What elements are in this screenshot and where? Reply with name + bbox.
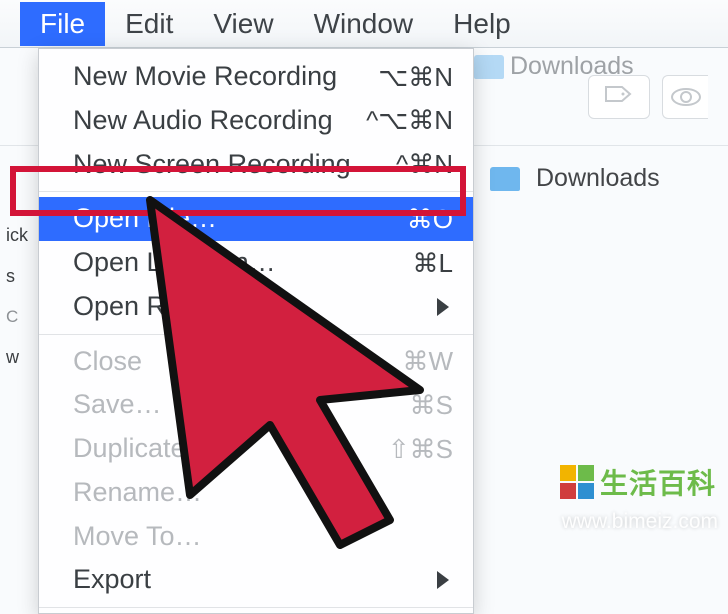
- menu-item-shortcut: ^⌥⌘N: [366, 104, 453, 137]
- menu-item-open-recent[interactable]: Open Recent: [39, 285, 473, 329]
- menu-help[interactable]: Help: [433, 2, 531, 46]
- toolbar-path: Downloads: [474, 52, 634, 81]
- watermark-text: 生活百科: [600, 462, 716, 502]
- menu-window[interactable]: Window: [294, 2, 434, 46]
- sidebar-fragment: ick s C w: [0, 215, 40, 378]
- menu-edit[interactable]: Edit: [105, 2, 193, 46]
- file-menu-dropdown: New Movie Recording ⌥⌘N New Audio Record…: [38, 48, 474, 614]
- menu-item-label: Save…: [73, 388, 162, 422]
- menu-file[interactable]: File: [20, 2, 105, 46]
- menu-item-label: Rename…: [73, 476, 202, 510]
- folder-icon: [474, 55, 504, 79]
- menu-item-label: Move To…: [73, 520, 202, 554]
- menu-item-shortcut: ⇧⌘S: [388, 433, 453, 466]
- sidebar-text: C: [0, 297, 40, 337]
- menu-item-shortcut: ⌘W: [402, 345, 453, 378]
- tags-button[interactable]: [588, 75, 650, 119]
- folder-icon: [490, 167, 520, 191]
- menu-item-new-movie-recording[interactable]: New Movie Recording ⌥⌘N: [39, 55, 473, 99]
- sidebar-text: s: [0, 256, 40, 297]
- menu-item-label: Open Location…: [73, 246, 276, 280]
- menu-item-export[interactable]: Export: [39, 558, 473, 602]
- menu-item-label: Open Recent: [73, 290, 232, 324]
- tag-icon: [604, 83, 634, 110]
- menu-item-label: Export: [73, 563, 151, 597]
- menu-item-rename: Rename…: [39, 471, 473, 515]
- menu-item-label: Close: [73, 345, 142, 379]
- menu-item-move-to: Move To…: [39, 515, 473, 559]
- menu-item-save: Save… ⌘S: [39, 383, 473, 427]
- breadcrumb-label: Downloads: [536, 164, 660, 193]
- menu-item-label: Duplicate: [73, 432, 186, 466]
- menu-item-close: Close ⌘W: [39, 340, 473, 384]
- menu-item-new-screen-recording[interactable]: New Screen Recording ^⌘N: [39, 143, 473, 187]
- menu-item-shortcut: ⌥⌘N: [378, 61, 453, 94]
- menu-item-label: New Movie Recording: [73, 60, 337, 94]
- menu-item-open-location[interactable]: Open Location… ⌘L: [39, 241, 473, 285]
- menu-item-new-audio-recording[interactable]: New Audio Recording ^⌥⌘N: [39, 99, 473, 143]
- menu-item-shortcut: ⌘L: [413, 247, 453, 280]
- watermark-url: www.bimeiz.com: [562, 510, 718, 534]
- menu-item-shortcut: ⌘S: [410, 389, 453, 422]
- menubar: File Edit View Window Help: [0, 0, 728, 48]
- quicklook-button[interactable]: [662, 75, 708, 119]
- menu-item-label: Open File…: [73, 202, 217, 236]
- menu-item-shortcut: ^⌘N: [396, 148, 453, 181]
- eye-icon: [671, 88, 701, 106]
- location-label: Downloads: [510, 52, 634, 81]
- menu-item-open-file[interactable]: Open File… ⌘O: [39, 197, 473, 241]
- menu-separator: [39, 607, 473, 608]
- sidebar-text: ick: [0, 215, 40, 256]
- submenu-arrow-icon: [437, 298, 449, 316]
- menu-item-label: New Screen Recording: [73, 148, 351, 182]
- watermark-squares-icon: [560, 465, 594, 499]
- watermark-logo: 生活百科: [560, 462, 716, 502]
- menu-separator: [39, 334, 473, 335]
- menu-separator: [39, 191, 473, 192]
- menu-view[interactable]: View: [193, 2, 293, 46]
- submenu-arrow-icon: [437, 571, 449, 589]
- menu-item-duplicate: Duplicate ⇧⌘S: [39, 427, 473, 471]
- menu-item-label: New Audio Recording: [73, 104, 333, 138]
- sidebar-text: w: [0, 337, 40, 378]
- menu-item-shortcut: ⌘O: [407, 203, 453, 236]
